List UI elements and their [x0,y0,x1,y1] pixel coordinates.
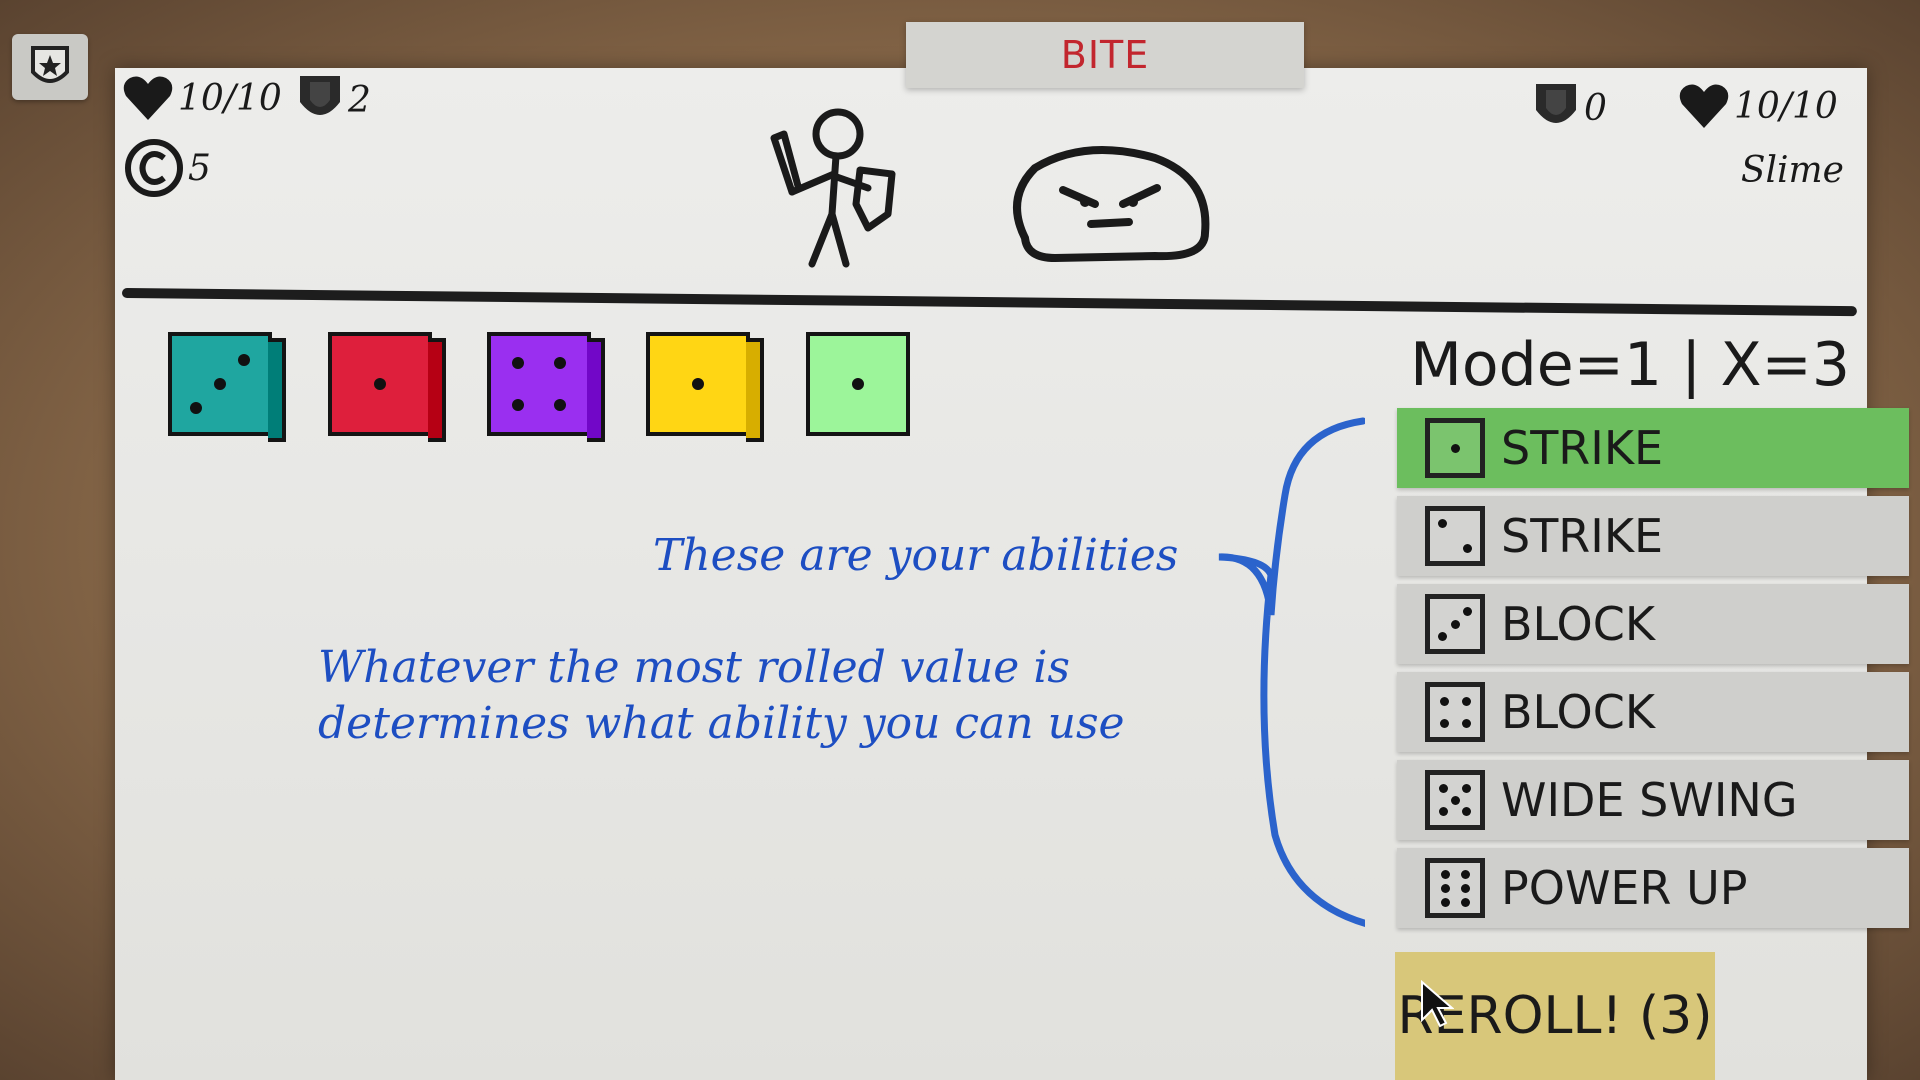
mouse-cursor-icon [1421,980,1454,1028]
menu-badge[interactable] [12,34,88,100]
die-pip [1440,869,1450,879]
die-face-2-icon [1425,506,1485,566]
die-pip [1460,883,1470,893]
enemy-hp: 10/10 [1678,82,1838,130]
die-5[interactable] [806,332,910,436]
player-character-sprite [770,108,896,268]
ability-1[interactable]: STRIKE [1397,408,1909,488]
die-pip [1460,869,1470,879]
ability-6[interactable]: POWER UP [1397,848,1909,928]
die-pip [1462,784,1471,793]
tutorial-abilities-text: These are your abilities [653,530,1179,581]
ability-label: WIDE SWING [1501,773,1798,827]
die-3[interactable] [487,332,605,442]
die-face-3-icon [1425,594,1485,654]
player-coins-value: 5 [188,147,211,189]
player-coins: 5 [124,138,211,198]
enemy-slime-sprite [1013,146,1210,263]
tutorial-rule-line2: determines what ability you can use [318,698,1125,749]
player-hp: 10/10 [122,74,282,122]
die-pip [374,378,386,390]
die-pip [1440,883,1450,893]
die-pip [511,356,524,369]
die-side [587,338,605,442]
ability-4[interactable]: BLOCK [1397,672,1909,752]
die-pip [238,354,250,366]
enemy-hp-value: 10/10 [1734,85,1838,127]
ability-label: BLOCK [1501,685,1656,739]
die-pip [1438,632,1447,641]
die-pip [1461,696,1471,706]
die-pip [1450,619,1460,629]
tutorial-rule-line1: Whatever the most rolled value is [318,642,1070,693]
star-badge-icon [31,46,69,83]
ability-label: STRIKE [1501,421,1664,475]
shield-icon [1536,84,1576,123]
mode-indicator: Mode=1 | X=3 [1410,330,1850,400]
die-pip [554,356,567,369]
enemy-shield-value: 0 [1584,87,1607,129]
die-pip [692,378,704,390]
heart-icon [1679,84,1729,128]
player-shield: 2 [296,72,371,128]
die-pip [1440,897,1450,907]
die-pip [1450,795,1460,805]
die-2[interactable] [328,332,446,442]
enemy-shield: 0 [1532,80,1607,136]
player-hp-value: 10/10 [178,77,282,119]
enemy-intent-label: BITE [906,22,1304,88]
die-pip [852,378,864,390]
die-pip [1462,807,1471,816]
die-pip [1461,718,1471,728]
ability-label: POWER UP [1501,861,1748,915]
die-face-6-icon [1425,858,1485,918]
die-pip [1463,607,1472,616]
coin-icon [125,139,183,197]
die-pip [1439,807,1448,816]
die-pip [190,402,202,414]
tutorial-brace [1218,417,1365,927]
player-shield-value: 2 [348,79,371,121]
die-pip [1463,544,1472,553]
die-pip [1460,897,1470,907]
die-side [268,338,286,442]
ability-label: BLOCK [1501,597,1656,651]
die-pip [1450,443,1460,453]
die-side [746,338,764,442]
die-pip [1439,784,1448,793]
die-pip [511,399,524,412]
die-pip [1439,718,1449,728]
die-pip [214,378,226,390]
die-pip [554,399,567,412]
die-face-5-icon [1425,770,1485,830]
ability-3[interactable]: BLOCK [1397,584,1909,664]
die-4[interactable] [646,332,764,442]
die-pip [1439,696,1449,706]
heart-icon [123,76,173,120]
enemy-name: Slime [1740,150,1844,191]
ability-label: STRIKE [1501,509,1664,563]
die-pip [1438,519,1447,528]
die-1[interactable] [168,332,286,442]
die-face-4-icon [1425,682,1485,742]
shield-icon [300,76,340,115]
die-side [428,338,446,442]
ability-5[interactable]: WIDE SWING [1397,760,1909,840]
die-face-1-icon [1425,418,1485,478]
ability-2[interactable]: STRIKE [1397,496,1909,576]
